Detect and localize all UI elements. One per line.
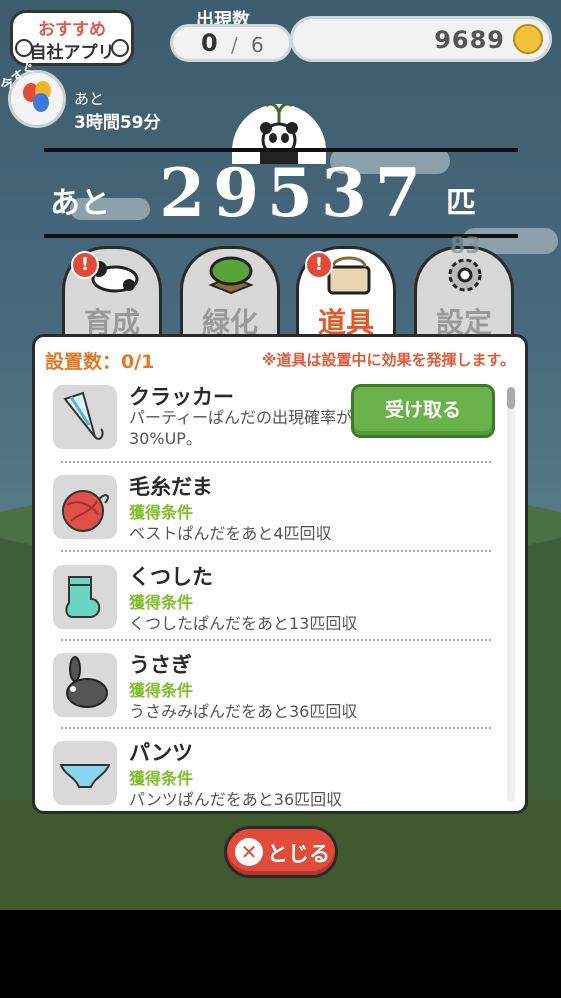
alert-badge: ! — [71, 251, 99, 279]
appear-count-separator: / — [231, 33, 238, 57]
divider — [61, 639, 491, 641]
coin-value: 9689 — [434, 26, 505, 54]
item-name: パンツ — [129, 741, 194, 765]
divider — [61, 550, 491, 552]
item-description: パーティーぱんだの出現確率が30%UP。 — [129, 408, 353, 448]
timer-label: あと — [74, 90, 105, 108]
counter-top-line — [44, 148, 518, 152]
panda-face-icon — [111, 39, 129, 57]
tool-list: クラッカー パーティーぱんだの出現確率が30%UP。 受け取る 毛糸だま 獲得条… — [49, 379, 499, 809]
balloon-icon — [33, 93, 49, 112]
remaining-count: 29537 — [159, 154, 429, 232]
list-item: クラッカー パーティーぱんだの出現確率が30%UP。 受け取る — [49, 379, 499, 467]
remaining-prefix: あと — [50, 186, 110, 221]
item-description: くつしたぱんだをあと13匹回収 — [129, 614, 358, 633]
coin-icon — [513, 24, 543, 54]
list-item: うさぎ 獲得条件 うさみみぱんだをあと36匹回収 — [49, 647, 499, 735]
close-button[interactable]: ✕ とじる — [224, 826, 338, 878]
timer-value: 3時間59分 — [74, 113, 161, 133]
tab-tools[interactable]: ! 道具 — [296, 246, 396, 339]
counter-bottom-line — [44, 234, 518, 238]
list-item: 毛糸だま 獲得条件 ベストぱんだをあと4匹回収 — [49, 469, 499, 557]
rabbit-icon — [53, 653, 117, 717]
recommended-label: おすすめ — [38, 20, 106, 40]
placed-count: 設置数：0/1 — [45, 351, 155, 373]
coin-balance: 9689 — [290, 16, 552, 62]
tab-greening[interactable]: 緑化 — [180, 246, 280, 339]
appear-count-value: 0 — [201, 29, 218, 57]
remaining-unit: 匹 — [446, 186, 476, 221]
tools-panel: 設置数：0/1 ※道具は設置中に効果を発揮します。 クラッカー パーティーぱんだ… — [32, 334, 528, 814]
pants-icon — [53, 741, 117, 805]
item-description: パンツぱんだをあと36匹回収 — [129, 790, 343, 809]
scrollbar[interactable] — [507, 387, 515, 802]
yarn-ball-icon — [53, 475, 117, 539]
item-name: うさぎ — [129, 653, 192, 677]
close-icon: ✕ — [235, 838, 263, 866]
party-cracker-icon — [53, 385, 117, 449]
socks-icon — [53, 565, 117, 629]
remaining-counter: あと 29537 匹 — [44, 154, 518, 234]
gear-icon — [437, 255, 493, 295]
list-item: くつした 獲得条件 くつしたぱんだをあと13匹回収 — [49, 559, 499, 647]
placed-note: ※道具は設置中に効果を発揮します。 — [261, 351, 515, 369]
tab-raise[interactable]: ! 育成 — [62, 246, 162, 339]
tab-settings[interactable]: 設定 — [414, 246, 514, 339]
item-name: 毛糸だま — [129, 475, 213, 499]
item-description: うさみみぱんだをあと36匹回収 — [129, 702, 358, 721]
scroll-thumb[interactable] — [507, 387, 515, 409]
appear-count-box: 0 / 6 — [170, 24, 292, 62]
divider — [61, 461, 491, 463]
alert-badge: ! — [305, 251, 333, 279]
tree-icon — [203, 255, 259, 295]
divider — [61, 727, 491, 729]
item-name: くつした — [129, 565, 213, 589]
appear-count-total: 6 — [251, 33, 264, 57]
receive-button[interactable]: 受け取る — [351, 384, 495, 438]
item-description: ベストぱんだをあと4匹回収 — [129, 524, 332, 543]
close-label: とじる — [267, 842, 330, 866]
list-item: パンツ 獲得条件 パンツぱんだをあと36匹回収 — [49, 735, 499, 809]
background-count-hint: 83 — [450, 234, 481, 259]
